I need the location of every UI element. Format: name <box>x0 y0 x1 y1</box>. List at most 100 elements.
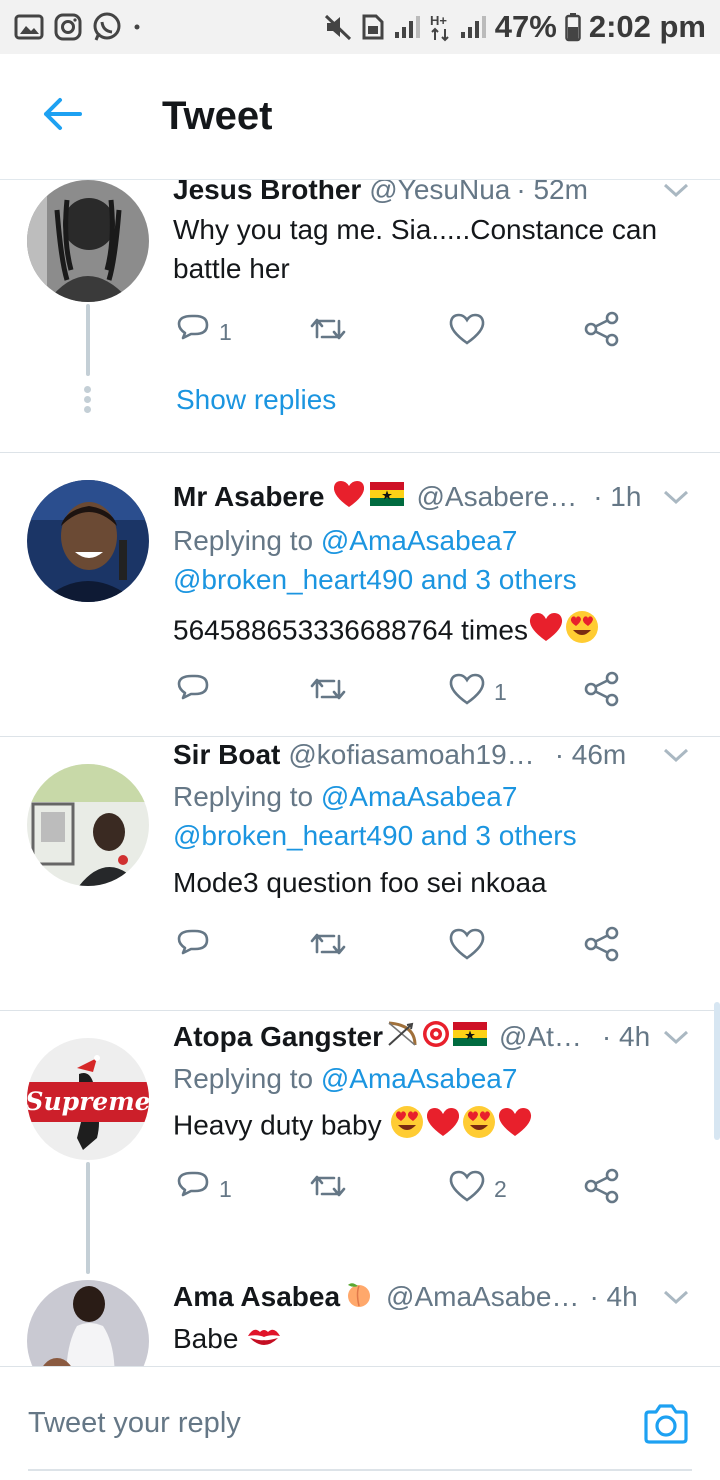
user-handle[interactable]: @YesuNua <box>369 180 510 206</box>
share-icon <box>583 671 621 713</box>
reply-feed[interactable]: Jesus Brother @YesuNua · 52m Why you tag… <box>0 180 720 1366</box>
avatar[interactable] <box>27 180 149 302</box>
retweet-icon <box>308 1168 348 1210</box>
peach-emoji <box>344 1279 374 1316</box>
tweet-item[interactable]: Supreme Atopa Gangster @At… · 4h Replyin… <box>0 1011 720 1274</box>
scrollbar[interactable] <box>714 1002 720 1140</box>
retweet-button[interactable] <box>308 1167 356 1211</box>
tweet-header: Sir Boat @kofiasamoah19… · 46m <box>173 737 690 773</box>
back-arrow-icon <box>42 97 82 136</box>
reply-count: 1 <box>219 1175 232 1202</box>
mention-others-link[interactable]: @broken_heart490 and 3 others <box>173 564 577 595</box>
red-heart-emoji <box>425 1106 461 1148</box>
share-button[interactable] <box>583 310 621 354</box>
mention-others-link[interactable]: @broken_heart490 and 3 others <box>173 820 577 851</box>
tweet-text: Babe <box>173 1319 693 1360</box>
chevron-down-icon[interactable] <box>662 180 690 206</box>
tweet-text: Mode3 question foo sei nkoaa <box>173 867 547 898</box>
chevron-down-icon[interactable] <box>662 481 690 513</box>
heart-icon <box>448 672 486 712</box>
share-button[interactable] <box>583 670 621 714</box>
reply-button[interactable]: 1 <box>175 1167 232 1211</box>
display-name[interactable]: Atopa Gangster <box>173 1021 383 1053</box>
tweet-header: Ama Asabea @AmaAsabe… · 4h <box>173 1279 690 1315</box>
svg-text:H+: H+ <box>430 13 447 28</box>
heart-icon <box>448 927 486 967</box>
tweet-item[interactable]: Sir Boat @kofiasamoah19… · 46m Replying … <box>0 737 720 1010</box>
heart-eyes-emoji <box>564 609 600 655</box>
replying-to: Replying to @AmaAsabea7 @broken_heart490… <box>173 777 577 855</box>
tweet-item[interactable]: Mr Asabere @Asabere… · 1h Replying to @A… <box>0 453 720 736</box>
share-button[interactable] <box>583 925 621 969</box>
reply-composer[interactable]: Tweet your reply <box>0 1366 720 1480</box>
thread-line <box>86 304 90 376</box>
mention-link[interactable]: @AmaAsabea7 <box>321 1063 518 1094</box>
like-button[interactable]: 1 <box>448 670 507 714</box>
tweet-time: · 4h <box>601 1021 651 1052</box>
user-handle[interactable]: @At… <box>499 1021 582 1053</box>
reply-button[interactable]: 1 <box>175 310 232 354</box>
like-button[interactable]: 2 <box>448 1167 507 1211</box>
share-button[interactable] <box>583 1167 621 1211</box>
chevron-down-icon[interactable] <box>662 1281 690 1313</box>
tweet-time: · 4h <box>589 1281 638 1312</box>
display-name[interactable]: Jesus Brother <box>173 180 361 206</box>
back-button[interactable] <box>0 54 130 180</box>
show-replies-link[interactable]: Show replies <box>176 384 336 416</box>
tweet-header: Jesus Brother @YesuNua · 52m <box>173 180 690 208</box>
tweet-item[interactable]: Ama Asabea @AmaAsabe… · 4h Babe <box>0 1277 720 1366</box>
tweet-actions: 1 <box>173 310 633 354</box>
replying-prefix: Replying to <box>173 1063 314 1094</box>
avatar[interactable] <box>27 480 149 602</box>
camera-icon <box>642 1404 690 1449</box>
avatar[interactable] <box>27 1280 149 1366</box>
reply-button[interactable] <box>175 925 219 969</box>
avatar[interactable] <box>27 764 149 886</box>
kiss-mark-emoji <box>246 1321 282 1360</box>
reply-input[interactable]: Tweet your reply <box>28 1407 241 1440</box>
tweet-actions <box>173 925 633 969</box>
heart-eyes-emoji <box>461 1104 497 1150</box>
signal-icon <box>393 14 421 40</box>
hplus-icon: H+ <box>429 12 451 42</box>
whatsapp-icon <box>92 12 122 42</box>
avatar-logo-text: Supreme <box>27 1087 149 1116</box>
page-title: Tweet <box>162 94 273 138</box>
heart-icon <box>448 1169 486 1209</box>
reply-button[interactable] <box>175 670 219 714</box>
dot-icon <box>132 22 142 32</box>
reply-icon <box>175 671 211 713</box>
chevron-down-icon[interactable] <box>662 739 690 771</box>
thread-line <box>86 1162 90 1274</box>
clock: 2:02 pm <box>588 9 706 44</box>
replying-to: Replying to @AmaAsabea7 <box>173 1059 517 1098</box>
retweet-button[interactable] <box>308 310 356 354</box>
reply-input-underline <box>28 1469 692 1471</box>
tweet-text: 564588653336688764 times <box>173 609 693 655</box>
retweet-button[interactable] <box>308 925 356 969</box>
user-handle[interactable]: @kofiasamoah19… <box>288 739 534 771</box>
user-handle[interactable]: @AmaAsabe… <box>386 1281 579 1313</box>
instagram-icon <box>54 13 82 41</box>
like-button[interactable] <box>448 925 494 969</box>
camera-button[interactable] <box>642 1403 690 1450</box>
battery-level: 47% <box>494 9 557 44</box>
like-count: 2 <box>494 1175 507 1202</box>
retweet-button[interactable] <box>308 670 356 714</box>
mention-link[interactable]: @AmaAsabea7 <box>321 525 518 556</box>
mention-link[interactable]: @AmaAsabea7 <box>321 781 518 812</box>
display-name[interactable]: Mr Asabere <box>173 481 324 513</box>
like-button[interactable] <box>448 310 494 354</box>
display-name[interactable]: Sir Boat <box>173 739 280 771</box>
chevron-down-icon[interactable] <box>662 1021 690 1053</box>
share-icon <box>583 926 621 968</box>
retweet-icon <box>308 311 348 353</box>
user-handle[interactable]: @Asabere… <box>416 481 577 513</box>
avatar[interactable]: Supreme <box>27 1038 149 1160</box>
tweet-item[interactable]: Jesus Brother @YesuNua · 52m Why you tag… <box>0 180 720 452</box>
display-name[interactable]: Ama Asabea <box>173 1281 340 1313</box>
gallery-icon <box>14 14 44 40</box>
reply-icon <box>175 1168 211 1210</box>
tweet-header: Mr Asabere @Asabere… · 1h <box>173 479 690 515</box>
ghana-flag-emoji <box>370 481 405 514</box>
